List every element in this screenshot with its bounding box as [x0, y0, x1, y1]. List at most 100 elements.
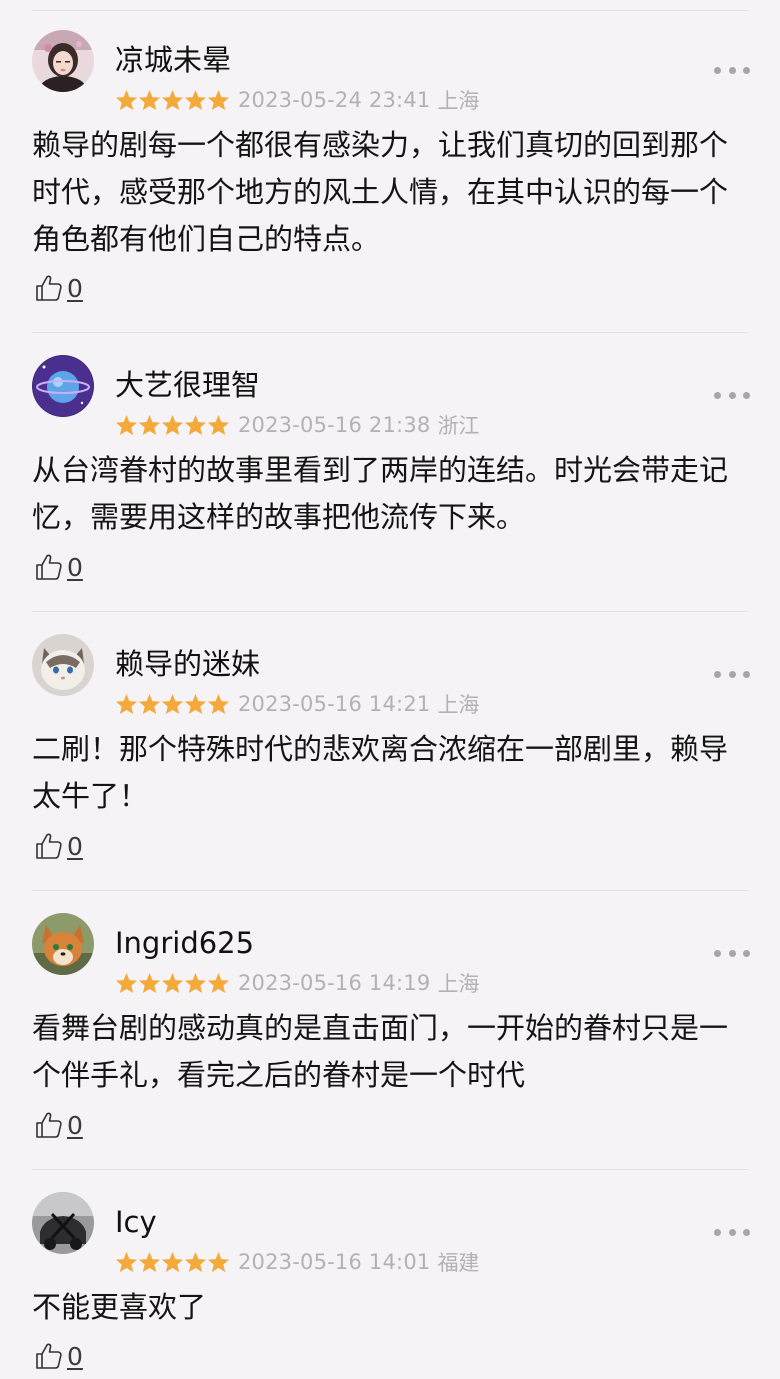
star-icon	[161, 972, 184, 994]
comment-date: 2023-05-16 14:19	[238, 971, 431, 995]
comment-location: 浙江	[437, 414, 480, 438]
star-icon	[184, 414, 207, 436]
comment-date: 2023-05-16 14:21	[238, 692, 431, 716]
like-count: 0	[67, 273, 83, 303]
comment-text: 从台湾眷村的故事里看到了两岸的连结。时光会带走记忆，需要用这样的故事把他流传下来…	[32, 453, 729, 534]
avatar-cat-image	[32, 634, 94, 696]
star-icon	[207, 1251, 230, 1273]
more-options-button[interactable]	[714, 941, 750, 965]
more-options-button[interactable]	[714, 58, 750, 82]
star-icon	[184, 693, 207, 715]
star-icon	[115, 89, 138, 111]
avatar-car-image	[32, 1192, 94, 1254]
star-icon	[138, 89, 161, 111]
username[interactable]: Ingrid625	[115, 923, 254, 963]
username[interactable]: 凉城未晕	[115, 40, 231, 80]
comment-text: 不能更喜欢了	[32, 1290, 207, 1324]
star-icon	[184, 89, 207, 111]
star-icon	[138, 1251, 161, 1273]
more-dot	[728, 670, 736, 678]
star-icon	[184, 1251, 207, 1273]
like-button[interactable]: 0	[34, 826, 83, 866]
more-dot	[743, 66, 750, 74]
star-icon	[115, 693, 138, 715]
comment-location: 上海	[437, 972, 480, 996]
comment-text: 二刷！那个特殊时代的悲欢离合浓缩在一部剧里，赖导太牛了！	[32, 732, 729, 813]
star-icon	[115, 972, 138, 994]
avatar[interactable]	[32, 634, 94, 696]
like-button[interactable]: 0	[34, 1105, 83, 1145]
more-dot	[743, 949, 750, 957]
avatar[interactable]	[32, 355, 94, 417]
rating-stars	[115, 1251, 230, 1273]
star-icon	[138, 972, 161, 994]
username[interactable]: Icy	[115, 1202, 157, 1242]
like-count: 0	[67, 1110, 83, 1140]
comment-location: 上海	[437, 693, 480, 717]
username[interactable]: 赖导的迷妹	[115, 644, 260, 684]
rating-stars	[115, 414, 230, 436]
comment-location: 上海	[437, 89, 480, 113]
comment-item: 大艺很理智 2023-05-16 21:38 浙江 从台湾眷村的故事里看到了两岸…	[0, 325, 780, 612]
avatar[interactable]	[32, 30, 94, 92]
thumbs-up-icon	[36, 554, 62, 580]
comment-location: 福建	[437, 1251, 480, 1275]
more-dot	[728, 1228, 736, 1236]
star-icon	[207, 89, 230, 111]
thumbs-up-icon	[36, 1112, 62, 1138]
more-dot	[743, 391, 750, 399]
star-icon	[207, 693, 230, 715]
comment-meta: 2023-05-16 14:21 上海	[115, 688, 479, 720]
comment-date: 2023-05-24 23:41	[238, 88, 431, 112]
more-dot	[743, 1228, 750, 1236]
star-icon	[161, 89, 184, 111]
comment-text: 赖导的剧每一个都很有感染力，让我们真切的回到那个时代，感受那个地方的风土人情，在…	[32, 128, 729, 256]
comment-item: 凉城未晕 2023-05-24 23:41 上海 赖导的剧每一个都很有感染力，让…	[0, 0, 780, 333]
like-count: 0	[67, 552, 83, 582]
more-options-button[interactable]	[714, 383, 750, 407]
comment-item: Ingrid625 2023-05-16 14:19 上海 看舞台剧的感动真的是…	[0, 883, 780, 1170]
rating-stars	[115, 693, 230, 715]
comment-meta: 2023-05-24 23:41 上海	[115, 84, 479, 116]
comment-meta: 2023-05-16 21:38 浙江	[115, 409, 479, 441]
more-options-button[interactable]	[714, 662, 750, 686]
more-dot	[714, 949, 721, 957]
avatar-fox-image	[32, 913, 94, 975]
comment-list-page: 凉城未晕 2023-05-24 23:41 上海 赖导的剧每一个都很有感染力，让…	[0, 0, 780, 1379]
more-options-button[interactable]	[714, 1220, 750, 1244]
star-icon	[161, 414, 184, 436]
avatar-girl-image	[32, 30, 94, 92]
like-button[interactable]: 0	[34, 547, 83, 587]
star-icon	[161, 1251, 184, 1273]
more-dot	[714, 670, 721, 678]
comment-date: 2023-05-16 14:01	[238, 1250, 431, 1274]
like-button[interactable]: 0	[34, 1336, 83, 1376]
rating-stars	[115, 972, 230, 994]
star-icon	[138, 414, 161, 436]
like-count: 0	[67, 831, 83, 861]
star-icon	[138, 693, 161, 715]
avatar[interactable]	[32, 913, 94, 975]
more-dot	[714, 391, 721, 399]
comment-item: Icy 2023-05-16 14:01 福建 不能更喜欢了 0	[0, 1162, 780, 1379]
username[interactable]: 大艺很理智	[115, 365, 260, 405]
more-dot	[728, 391, 736, 399]
comment-meta: 2023-05-16 14:19 上海	[115, 967, 479, 999]
comment-item: 赖导的迷妹 2023-05-16 14:21 上海 二刷！那个特殊时代的悲欢离合…	[0, 604, 780, 891]
star-icon	[184, 972, 207, 994]
more-dot	[728, 949, 736, 957]
rating-stars	[115, 89, 230, 111]
like-button[interactable]: 0	[34, 268, 83, 308]
thumbs-up-icon	[36, 833, 62, 859]
comment-date: 2023-05-16 21:38	[238, 413, 431, 437]
star-icon	[115, 414, 138, 436]
avatar-planet-image	[32, 355, 94, 417]
star-icon	[161, 693, 184, 715]
star-icon	[207, 414, 230, 436]
star-icon	[207, 972, 230, 994]
star-icon	[115, 1251, 138, 1273]
thumbs-up-icon	[36, 275, 62, 301]
avatar[interactable]	[32, 1192, 94, 1254]
more-dot	[714, 66, 721, 74]
more-dot	[728, 66, 736, 74]
